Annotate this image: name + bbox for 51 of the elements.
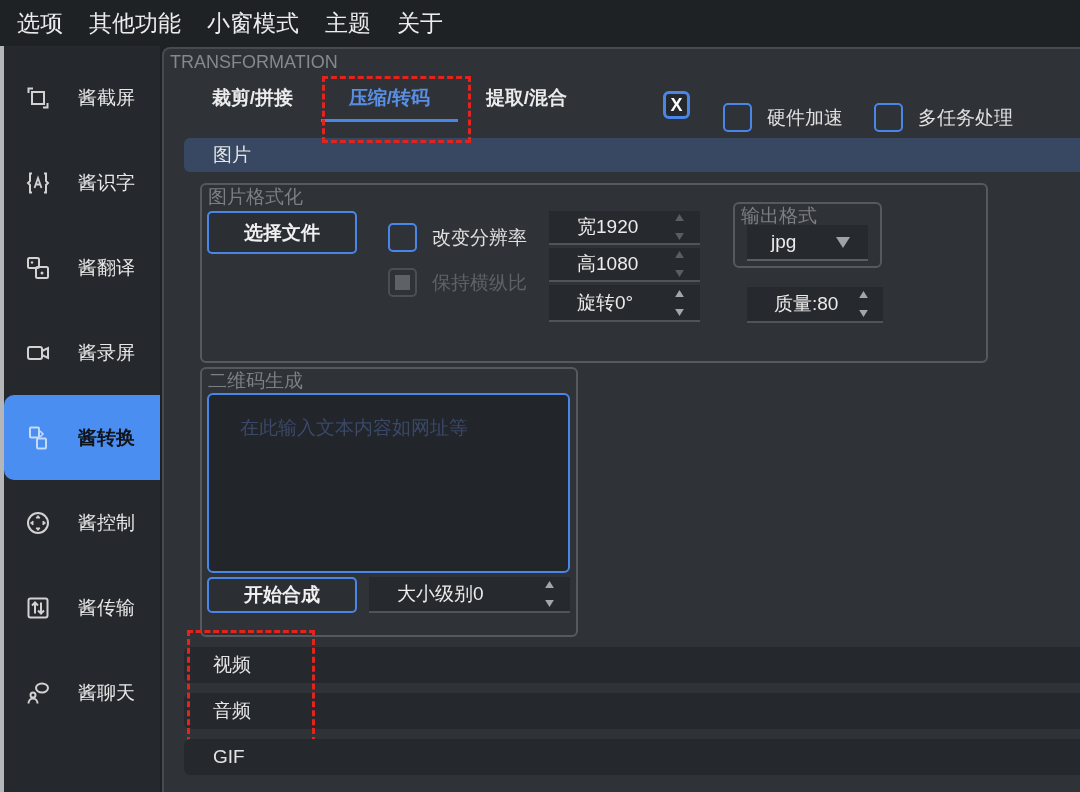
checkbox[interactable] [723, 103, 752, 132]
chat-user-icon [26, 680, 50, 705]
overlapping-squares-icon [26, 255, 50, 280]
checkbox-label: 多任务处理 [918, 105, 1013, 130]
section-header[interactable]: 音频 [184, 693, 1080, 729]
section-header[interactable]: 图片 [184, 138, 1080, 172]
dpad-circle-icon [26, 510, 50, 535]
menu-item[interactable]: 选项 [17, 9, 63, 37]
text-scan-icon [26, 170, 50, 195]
down-arrow-icon[interactable] [675, 308, 684, 316]
down-arrow-icon[interactable] [545, 600, 554, 607]
group-title: 二维码生成 [207, 370, 303, 392]
sidebar-item[interactable]: 酱传输 [4, 565, 160, 650]
sidebar-item[interactable]: 酱截屏 [4, 55, 160, 140]
spin-box[interactable]: 大小级别0 [369, 577, 570, 613]
sidebar-item[interactable]: 酱识字 [4, 140, 160, 225]
section-header[interactable]: GIF [184, 739, 1080, 775]
spin-box[interactable]: 旋转0° [549, 285, 700, 322]
up-arrow-icon[interactable] [675, 289, 684, 297]
menu-item[interactable]: 小窗模式 [207, 9, 299, 37]
checkbox-label: 改变分辨率 [432, 225, 527, 250]
tab[interactable]: 裁剪/拼接 [184, 77, 321, 122]
tab[interactable]: 提取/混合 [458, 77, 595, 122]
generate-button[interactable]: 开始合成 [207, 577, 357, 613]
menu-item[interactable]: 其他功能 [89, 9, 181, 37]
crop-icon [26, 85, 50, 110]
group-title: 输出格式 [740, 205, 817, 227]
checkbox[interactable] [388, 223, 417, 252]
caret-icon [836, 236, 850, 248]
text-input-field[interactable]: 在此输入文本内容如网址等 [207, 393, 570, 573]
sidebar-item[interactable]: 酱录屏 [4, 310, 160, 395]
up-arrow-icon[interactable] [859, 291, 868, 298]
panel-title: TRANSFORMATION [170, 51, 338, 73]
sidebar-item[interactable]: 酱控制 [4, 480, 160, 565]
choose-file-button[interactable]: 选择文件 [207, 211, 357, 254]
format-dropdown[interactable]: jpg [747, 225, 868, 261]
checkbox[interactable] [874, 103, 903, 132]
group-title: 图片格式化 [207, 186, 303, 208]
down-arrow-icon[interactable] [859, 310, 868, 317]
documents-icon [26, 425, 50, 450]
sidebar-item[interactable]: 酱翻译 [4, 225, 160, 310]
spin-box[interactable]: 质量:80 [747, 287, 883, 323]
checkbox-label: 硬件加速 [767, 105, 843, 130]
sidebar-item[interactable]: 酱转换 [4, 395, 160, 480]
sidebar-item[interactable]: 酱聊天 [4, 650, 160, 735]
checkbox[interactable]: X [663, 91, 690, 119]
menu-item[interactable]: 关于 [397, 9, 443, 37]
up-down-arrows-icon [26, 595, 50, 620]
up-arrow-icon[interactable] [545, 581, 554, 588]
menu-item[interactable]: 主题 [325, 9, 371, 37]
section-header[interactable]: 视频 [184, 647, 1080, 683]
